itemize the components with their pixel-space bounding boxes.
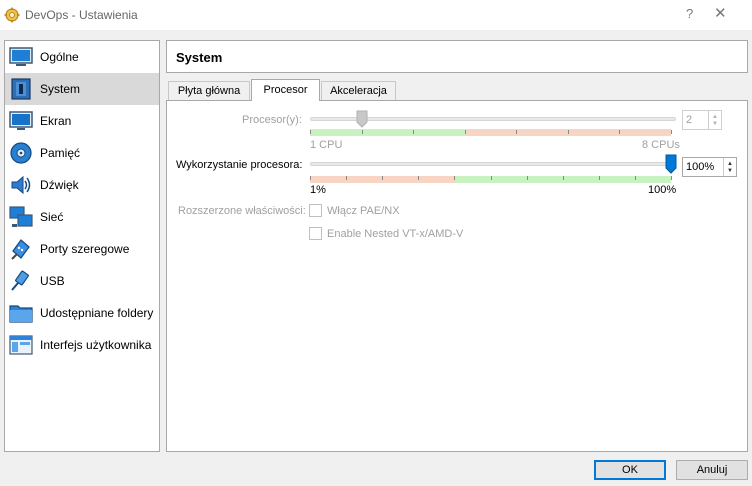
execution-cap-value: 100% (686, 161, 715, 173)
cap-min-label: 1% (310, 184, 326, 196)
slider-tick (310, 130, 311, 134)
slider-tick (598, 176, 600, 180)
sidebar-item-label: Porty szeregowe (40, 242, 130, 256)
general-icon (9, 47, 33, 66)
slider-tick (490, 176, 492, 180)
tab-motherboard[interactable]: Płyta główna (168, 81, 250, 101)
slider-tick (464, 130, 466, 134)
sidebar-item-usb[interactable]: USB (5, 265, 159, 297)
spin-up-icon[interactable]: ▲ (712, 114, 718, 120)
slider-tick (454, 176, 456, 180)
tab-acceleration[interactable]: Akceleracja (321, 81, 396, 101)
title-bar: DevOps - Ustawienia ? ✕ (0, 0, 752, 30)
slider-tick (361, 130, 363, 134)
slider-tick (671, 130, 672, 134)
sidebar-item-general[interactable]: Ogólne (5, 41, 159, 73)
slider-tick (619, 130, 621, 134)
sidebar-item-label: Interfejs użytkownika (40, 338, 152, 352)
ok-button[interactable]: OK (594, 460, 666, 480)
tab-processor[interactable]: Procesor (251, 79, 320, 101)
user-interface-icon (9, 335, 33, 355)
slider-tick (634, 176, 636, 180)
sidebar-item-label: Sieć (40, 210, 64, 224)
spin-down-icon[interactable]: ▼ (712, 121, 718, 127)
storage-icon (10, 142, 32, 164)
system-icon (11, 78, 31, 100)
sidebar-item-storage[interactable]: Pamięć (5, 137, 159, 169)
slider-tick (413, 130, 415, 134)
sidebar-item-network[interactable]: Sieć (5, 201, 159, 233)
execution-cap-label: Wykorzystanie procesora: (176, 159, 303, 171)
slider-tick (382, 176, 384, 180)
extended-features-label: Rozszerzone właściwości: (178, 205, 306, 217)
network-icon (9, 206, 33, 227)
execution-cap-slider[interactable] (310, 162, 676, 166)
sidebar-item-label: USB (40, 274, 65, 288)
slider-tick (516, 130, 518, 134)
spin-down-icon[interactable]: ▼ (727, 168, 733, 174)
slider-tick (418, 176, 420, 180)
serial-ports-icon (11, 239, 30, 260)
help-button[interactable]: ? (686, 6, 693, 21)
cpu-count-value: 2 (686, 114, 693, 126)
nested-vtx-checkbox[interactable] (309, 227, 322, 240)
audio-icon (11, 175, 31, 195)
sidebar-item-audio[interactable]: Dźwięk (5, 169, 159, 201)
settings-sidebar: Ogólne System Ekran Pamięć Dźwięk Sieć P… (4, 40, 160, 452)
cpu-count-spinbox[interactable]: 2 ▲ ▼ (682, 110, 722, 130)
section-title: System (176, 50, 223, 65)
close-button[interactable]: ✕ (714, 4, 727, 22)
slider-tick (671, 176, 672, 180)
sidebar-item-label: Ekran (40, 114, 72, 128)
cpu-min-label: 1 CPU (310, 139, 343, 151)
usb-icon (11, 270, 29, 291)
cap-slider-handle[interactable] (665, 154, 677, 174)
section-header: System (166, 40, 748, 73)
window-title: DevOps - Ustawienia (25, 8, 138, 22)
shared-folders-icon (9, 305, 33, 323)
nested-vtx-label: Enable Nested VT-x/AMD-V (327, 228, 464, 240)
sidebar-item-label: Pamięć (40, 146, 81, 160)
slider-tick (526, 176, 528, 180)
slider-tick (346, 176, 348, 180)
slider-tick (562, 176, 564, 180)
processor-panel (166, 100, 748, 452)
pae-nx-checkbox[interactable] (309, 204, 322, 217)
sidebar-item-label: Ogólne (40, 50, 79, 64)
cpu-safe-range (310, 129, 466, 136)
slider-tick (567, 130, 569, 134)
execution-cap-spinbox[interactable]: 100% ▲ ▼ (682, 157, 737, 177)
sidebar-item-label: Udostępniane foldery (40, 306, 154, 320)
display-icon (9, 111, 33, 130)
sidebar-item-system[interactable]: System (5, 73, 159, 105)
sidebar-item-label: Dźwięk (40, 178, 79, 192)
cancel-button[interactable]: Anuluj (676, 460, 748, 480)
sidebar-item-serial-ports[interactable]: Porty szeregowe (5, 233, 159, 265)
virtualbox-app-icon (4, 7, 20, 23)
sidebar-item-shared-folders[interactable]: Udostępniane foldery (5, 297, 159, 329)
cpu-max-label: 8 CPUs (642, 139, 680, 151)
sidebar-item-label: System (40, 82, 81, 96)
pae-nx-label: Włącz PAE/NX (327, 205, 400, 217)
sidebar-item-user-interface[interactable]: Interfejs użytkownika (5, 329, 159, 361)
cpu-slider-handle[interactable] (356, 110, 368, 128)
spin-up-icon[interactable]: ▲ (727, 161, 733, 167)
cap-max-label: 100% (648, 184, 677, 196)
cpu-count-label: Procesor(y): (242, 114, 302, 126)
sidebar-item-display[interactable]: Ekran (5, 105, 159, 137)
slider-tick (310, 176, 311, 180)
